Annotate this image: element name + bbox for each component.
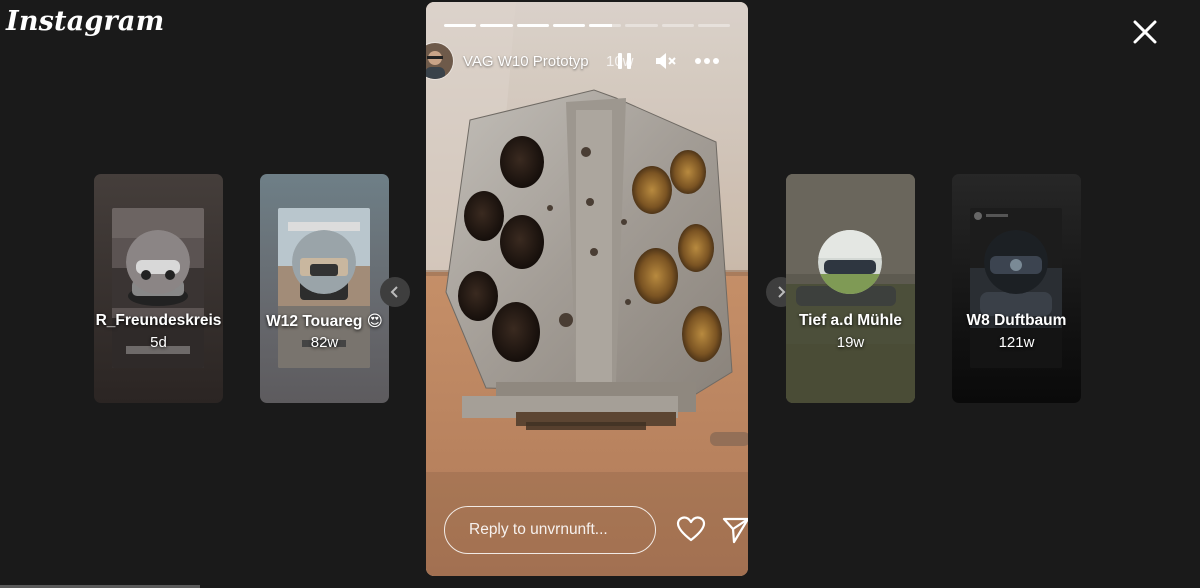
close-button[interactable] — [1128, 15, 1162, 49]
story-preview-age: 5d — [150, 334, 167, 351]
progress-segment — [480, 24, 513, 27]
story-preview-tief-ad-muehle[interactable]: Tief a.d Mühle 19w — [786, 174, 915, 403]
instagram-logo[interactable]: Instagram — [6, 6, 164, 37]
progress-segment — [625, 24, 658, 27]
share-button[interactable] — [722, 516, 748, 549]
story-avatar — [292, 230, 356, 294]
active-story[interactable]: VAG W10 Prototyp 10w — [426, 2, 748, 576]
story-image — [426, 2, 748, 576]
story-preview-w12-touareg[interactable]: W12 Touareg 😍 82w — [260, 174, 389, 403]
story-avatar — [126, 230, 190, 294]
story-preview-r-freundeskreis[interactable]: R_Freundeskreis 5d — [94, 174, 223, 403]
progress-segment — [444, 24, 477, 27]
story-author-avatar[interactable] — [426, 42, 454, 80]
pause-button[interactable] — [614, 50, 636, 77]
story-preview-name: W12 Touareg 😍 — [266, 313, 383, 330]
like-button[interactable] — [676, 515, 706, 548]
story-viewer: Instagram R_Freundeskreis 5d W12 Touareg… — [0, 0, 1200, 588]
progress-segment — [552, 24, 585, 27]
progress-fill — [444, 24, 477, 27]
story-progress-bar — [444, 24, 730, 27]
story-preview-name: R_Freundeskreis — [95, 312, 222, 329]
story-header: VAG W10 Prototyp 10w — [426, 42, 748, 82]
muted-speaker-icon — [656, 53, 676, 69]
story-preview-name: W8 Duftbaum — [966, 312, 1067, 329]
story-preview-age: 121w — [998, 334, 1035, 351]
more-horizontal-icon — [695, 58, 719, 64]
story-avatar — [984, 230, 1048, 294]
progress-segment — [516, 24, 549, 27]
progress-fill — [589, 24, 612, 27]
progress-segment — [697, 24, 730, 27]
story-preview-age: 82w — [310, 334, 339, 351]
progress-fill — [552, 24, 585, 27]
paper-plane-icon — [722, 517, 748, 544]
mute-button[interactable] — [654, 50, 678, 77]
progress-segment — [589, 24, 622, 27]
story-preview-name: Tief a.d Mühle — [798, 312, 903, 329]
chevron-left-icon — [390, 286, 398, 298]
progress-fill — [480, 24, 513, 27]
previous-story-button[interactable] — [380, 277, 410, 307]
story-preview-w8-duftbaum[interactable]: W8 Duftbaum 121w — [952, 174, 1081, 403]
progress-fill — [516, 24, 549, 27]
story-preview-age: 19w — [836, 334, 865, 351]
close-icon — [1133, 20, 1157, 44]
heart-icon — [676, 516, 706, 542]
more-options-button[interactable] — [694, 50, 720, 77]
story-avatar — [818, 230, 882, 294]
progress-segment — [661, 24, 694, 27]
pause-icon — [618, 53, 631, 69]
reply-input[interactable]: Reply to unvrnunft... — [444, 506, 656, 554]
story-title[interactable]: VAG W10 Prototyp — [463, 53, 589, 70]
